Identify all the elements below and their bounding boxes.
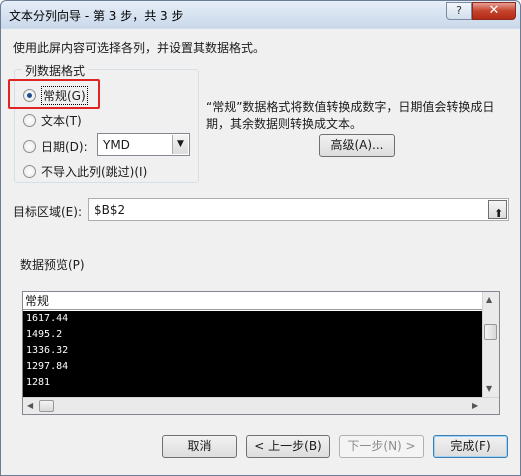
title-bar[interactable]: 文本分列向导 - 第 3 步，共 3 步 ? ✕ (1, 1, 520, 28)
column-format-label: 列数据格式 (22, 62, 89, 79)
radio-text[interactable]: 文本(T) (23, 112, 82, 129)
preview-row: 1281 (26, 377, 51, 388)
radio-button-icon (23, 140, 36, 153)
target-value: $B$2 (94, 203, 126, 217)
scroll-up-icon[interactable]: ▲ (486, 295, 492, 304)
scroll-left-icon[interactable]: ◀ (27, 401, 33, 410)
radio-skip[interactable]: 不导入此列(跳过)(I) (23, 163, 147, 180)
date-format-select[interactable]: YMD ▼ (97, 133, 190, 156)
target-input[interactable]: $B$2 ⬆ (88, 198, 509, 221)
radio-general-label: 常规(G) (41, 86, 88, 105)
cancel-button[interactable]: 取消 (162, 435, 237, 458)
date-format-value: YMD (103, 138, 130, 152)
preview-row: 1617.44 (26, 313, 69, 324)
preview-column-header[interactable]: 常规 (23, 292, 482, 310)
scroll-down-icon[interactable]: ▼ (486, 384, 492, 393)
radio-skip-label: 不导入此列(跳过)(I) (41, 165, 148, 179)
radio-button-icon (23, 165, 36, 178)
radio-button-icon (23, 89, 36, 102)
radio-general[interactable]: 常规(G) (23, 86, 88, 105)
help-button[interactable]: ? (446, 2, 472, 20)
preview-data-area[interactable]: 1617.44 1495.2 1336.32 1297.84 1281 (23, 311, 482, 397)
collapse-dialog-button[interactable]: ⬆ (488, 200, 507, 220)
vertical-scroll-thumb[interactable] (484, 324, 497, 340)
chevron-down-icon[interactable]: ▼ (172, 135, 188, 154)
data-preview[interactable]: 常规 1617.44 1495.2 1336.32 1297.84 1281 ▲… (22, 291, 500, 415)
preview-label: 数据预览(P) (20, 258, 85, 272)
dialog-body: 使用此屏内容可选择各列，并设置其数据格式。 列数据格式 常规(G) 文本(T) … (4, 29, 517, 474)
horizontal-scroll-thumb[interactable] (39, 400, 54, 412)
target-label: 目标区域(E): (13, 205, 82, 219)
window-title: 文本分列向导 - 第 3 步，共 3 步 (9, 9, 184, 23)
text-to-columns-dialog: 文本分列向导 - 第 3 步，共 3 步 ? ✕ 使用此屏内容可选择各列，并设置… (0, 0, 521, 476)
close-icon: ✕ (488, 3, 500, 18)
radio-date-label: 日期(D): (41, 140, 88, 154)
preview-row: 1336.32 (26, 345, 69, 356)
arrow-up-icon: ⬆ (494, 207, 504, 220)
scroll-right-icon[interactable]: ▶ (472, 401, 478, 410)
next-button[interactable]: 下一步(N) > (339, 435, 424, 458)
radio-text-label: 文本(T) (41, 114, 82, 128)
help-icon: ? (456, 4, 462, 17)
close-button[interactable]: ✕ (472, 2, 516, 20)
advanced-button[interactable]: 高级(A)... (319, 134, 395, 157)
format-description: “常规”数据格式将数值转换成数字，日期值会转换成日期，其余数据则转换成文本。 (206, 100, 495, 131)
radio-date[interactable]: 日期(D): (23, 138, 88, 155)
horizontal-scrollbar[interactable]: ◀ ▶ (23, 397, 499, 414)
finish-button[interactable]: 完成(F) (433, 435, 508, 458)
preview-row: 1495.2 (26, 329, 63, 340)
radio-button-icon (23, 114, 36, 127)
vertical-scrollbar[interactable]: ▲ ▼ (482, 292, 499, 397)
instruction-text: 使用此屏内容可选择各列，并设置其数据格式。 (13, 41, 266, 55)
back-button[interactable]: < 上一步(B) (246, 435, 330, 458)
preview-row: 1297.84 (26, 361, 69, 372)
